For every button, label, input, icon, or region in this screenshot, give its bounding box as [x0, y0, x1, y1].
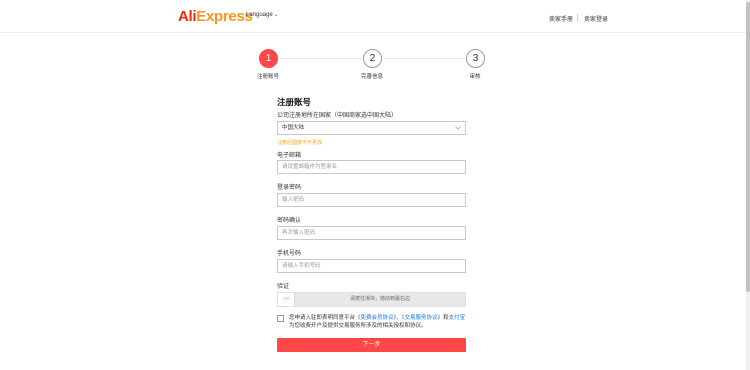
logo-express-text: Express [196, 8, 253, 25]
header-divider [577, 14, 578, 21]
step-3-label: 审核 [469, 74, 481, 80]
email-placeholder: 请设置邮箱作为登录名 [282, 164, 338, 170]
trade-service-agreement-link[interactable]: 《交易服务协议》 [402, 315, 443, 321]
confirm-password-field[interactable]: 再次输入密码 [277, 226, 466, 240]
step-1-label: 注册账号 [256, 74, 279, 80]
phone-placeholder: 请输入手机号码 [282, 263, 321, 269]
agree-checkbox[interactable] [277, 315, 284, 322]
country-hint: 注册后国家不可更改 [277, 140, 323, 146]
slider-captcha: >> 请按住滑块，拖动到最右边 [277, 292, 466, 307]
confirm-password-label: 密码确认 [277, 218, 302, 224]
agree-suffix: 为您收费开户及提供交易服务所涉及的相关授权和协议。 [289, 323, 427, 329]
alipay-link[interactable]: 支付宝 [449, 315, 466, 321]
slider-instruction: 请按住滑块，拖动到最右边 [349, 296, 410, 302]
agree-prefix: 您申请入驻即表明同意平台 [289, 315, 356, 321]
step-connector [382, 58, 466, 59]
step-2-label: 完善信息 [360, 74, 383, 80]
seller-login-link[interactable]: 卖家登录 [584, 14, 608, 23]
language-label: Language [246, 12, 273, 18]
chevron-down-icon: ⌄ [273, 12, 278, 18]
free-member-agreement-link[interactable]: 《免费会员协议》 [355, 315, 396, 321]
step-3-circle: 3 [466, 49, 485, 68]
country-label: 公司注册地所在国家（中国商家选中国大陆） [277, 113, 398, 119]
step-2-circle: 2 [363, 49, 382, 68]
email-field[interactable]: 请设置邮箱作为登录名 [277, 160, 466, 174]
agreement-text: 您申请入驻即表明同意平台《免费会员协议》、《交易服务协议》和支付宝为您收费开户及… [289, 314, 469, 330]
email-label: 电子邮箱 [277, 153, 302, 159]
country-select-value: 中国大陆 [282, 125, 305, 131]
verify-label: 验证 [277, 284, 290, 290]
phone-field[interactable]: 请输入手机号码 [277, 259, 466, 273]
password-label: 登录密码 [277, 185, 302, 191]
seller-manual-link[interactable]: 卖家手册 [549, 14, 573, 23]
phone-label: 手机号码 [277, 251, 302, 257]
slider-handle[interactable]: >> [278, 293, 295, 306]
chevron-down-icon [455, 126, 461, 130]
language-selector[interactable]: Language⌄ [246, 12, 278, 18]
form-title: 注册账号 [277, 97, 312, 107]
password-field[interactable]: 输入密码 [277, 193, 466, 207]
step-1-circle: 1 [259, 49, 278, 68]
password-placeholder: 输入密码 [282, 197, 305, 203]
aliexpress-logo[interactable]: AliExpress [178, 8, 253, 25]
country-select[interactable]: 中国大陆 [277, 121, 466, 135]
next-step-button[interactable]: 下一步 [277, 338, 466, 352]
page-scrollbar[interactable] [746, 0, 750, 370]
top-header: AliExpress Language⌄ 卖家手册 卖家登录 [0, 0, 750, 33]
confirm-password-placeholder: 再次输入密码 [282, 230, 316, 236]
scrollbar-thumb[interactable] [746, 2, 750, 292]
logo-ali-text: Ali [178, 8, 197, 25]
step-connector [279, 58, 362, 59]
